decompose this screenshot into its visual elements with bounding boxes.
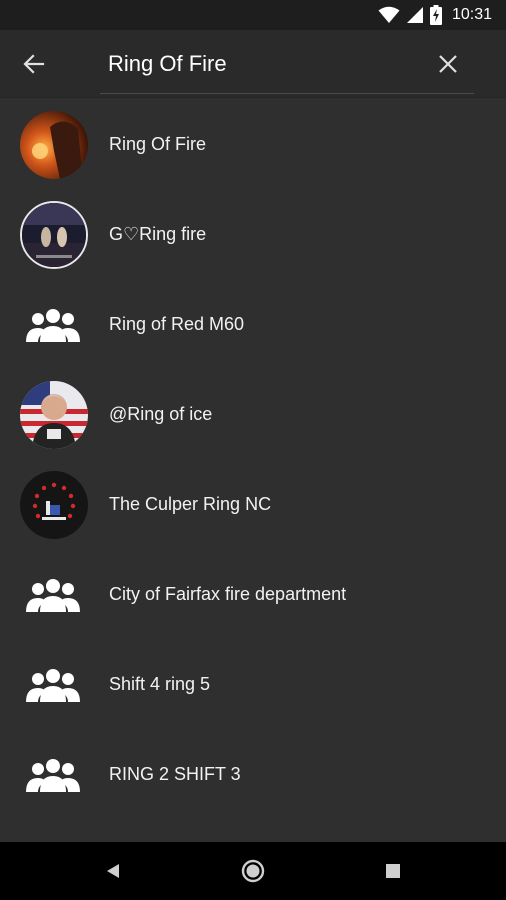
group-icon [26, 759, 80, 792]
result-row[interactable]: RING 2 SHIFT 3 [0, 730, 506, 820]
back-triangle-icon [107, 864, 119, 878]
photo-man-with-flag-icon [20, 381, 88, 449]
avatar [20, 111, 88, 179]
logo-star-circle-icon [20, 471, 88, 539]
arrow-left-icon [23, 54, 45, 74]
back-button[interactable] [14, 44, 54, 84]
status-bar: 10:31 [0, 0, 506, 30]
battery-charging-icon [429, 5, 442, 25]
avatar [20, 201, 88, 269]
photo-two-figures-stage-icon [22, 203, 86, 267]
signal-icon [406, 7, 423, 23]
clear-search-button[interactable] [428, 44, 468, 84]
result-label: RING 2 SHIFT 3 [109, 764, 241, 784]
close-icon [439, 55, 457, 73]
photo-woman-with-fire-icon [20, 111, 88, 179]
result-label: City of Fairfax fire department [109, 584, 347, 604]
result-label: G♡Ring fire [109, 224, 207, 244]
result-row[interactable]: The Culper Ring NC [0, 460, 506, 550]
group-icon [26, 669, 80, 702]
search-input[interactable] [108, 48, 408, 80]
navigation-bar [0, 842, 506, 900]
nav-home-button[interactable] [235, 853, 271, 889]
search-underline [100, 93, 474, 94]
results-list: Ring Of Fire G♡Ring fire Ring of Red M60 [0, 100, 506, 842]
group-icon [26, 579, 80, 612]
result-row[interactable]: @Ring of ice [0, 370, 506, 460]
result-label: @Ring of ice [109, 404, 213, 424]
avatar [20, 381, 88, 449]
group-icon [26, 309, 80, 342]
status-icons: 10:31 [378, 0, 492, 30]
home-circle-icon [241, 859, 265, 883]
nav-recents-button[interactable] [375, 853, 411, 889]
recents-square-icon [386, 864, 400, 878]
result-label: Ring Of Fire [109, 134, 207, 154]
nav-back-button[interactable] [95, 853, 131, 889]
result-row[interactable]: Ring Of Fire [0, 100, 506, 190]
result-label: Ring of Red M60 [109, 314, 245, 334]
status-time: 10:31 [451, 6, 492, 23]
result-row[interactable]: Ring of Red M60 [0, 280, 506, 370]
result-row[interactable]: Shift 4 ring 5 [0, 640, 506, 730]
result-label: The Culper Ring NC [109, 494, 272, 514]
result-row[interactable]: City of Fairfax fire department [0, 550, 506, 640]
result-label: Shift 4 ring 5 [109, 674, 211, 694]
wifi-icon [378, 6, 400, 23]
result-row[interactable]: G♡Ring fire [0, 190, 506, 280]
avatar [20, 471, 88, 539]
search-bar [0, 30, 506, 98]
